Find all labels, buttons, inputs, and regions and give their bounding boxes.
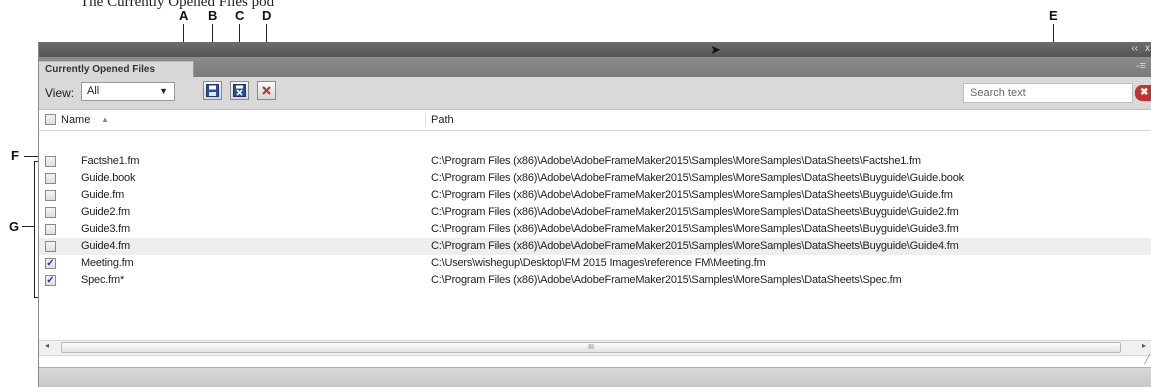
file-name: Guide.book (81, 172, 136, 184)
column-header-name[interactable]: Name (61, 114, 90, 126)
row-checkbox[interactable] (45, 156, 56, 167)
resize-grip-icon[interactable]: ╱ (1145, 354, 1150, 365)
save-close-icon (233, 84, 246, 97)
view-label: View: (45, 86, 75, 100)
file-name: Guide4.fm (81, 240, 130, 252)
file-name: Guide3.fm (81, 223, 130, 235)
table-row[interactable]: Guide4.fm C:\Program Files (x86)\Adobe\A… (39, 238, 1151, 255)
file-path: C:\Program Files (x86)\Adobe\AdobeFrameM… (431, 189, 953, 201)
file-path: C:\Program Files (x86)\Adobe\AdobeFrameM… (431, 206, 959, 218)
scroll-thumb[interactable]: III (61, 342, 1121, 353)
panel-tab-strip: Currently Opened Files -≡ (39, 57, 1151, 77)
cursor-icon: ➤ (710, 42, 721, 57)
leader-g (22, 226, 34, 227)
row-checkbox-checked[interactable]: ✓ (45, 275, 56, 286)
close-icon (262, 86, 271, 95)
table-row[interactable]: Guide.fm C:\Program Files (x86)\Adobe\Ad… (39, 187, 1151, 204)
save-icon (206, 84, 219, 97)
file-path: C:\Users\wishegup\Desktop\FM 2015 Images… (431, 257, 766, 269)
chevron-down-icon: ▼ (159, 86, 168, 96)
panel-status-bar (39, 367, 1151, 387)
callout-g: G (9, 219, 20, 234)
leader-g-bracket (34, 161, 35, 298)
table-row[interactable]: Guide2.fm C:\Program Files (x86)\Adobe\A… (39, 204, 1151, 221)
figure-caption: The Currently Opened Files pod (80, 0, 275, 10)
tab-currently-opened-files[interactable]: Currently Opened Files (39, 61, 194, 77)
row-checkbox[interactable] (45, 207, 56, 218)
panel-title-bar[interactable]: ‹‹ x ➤ (39, 42, 1151, 57)
sort-ascending-icon: ▲ (101, 115, 109, 124)
column-header-path[interactable]: Path (431, 114, 454, 126)
view-dropdown[interactable]: All ▼ (81, 82, 175, 101)
file-path: C:\Program Files (x86)\Adobe\AdobeFrameM… (431, 240, 959, 252)
callout-a: A (179, 8, 189, 23)
callout-d: D (262, 8, 272, 23)
file-name: Guide2.fm (81, 206, 130, 218)
select-all-checkbox[interactable] (45, 114, 56, 125)
file-path: C:\Program Files (x86)\Adobe\AdobeFrameM… (431, 223, 959, 235)
collapse-icon[interactable]: ‹‹ (1131, 43, 1138, 54)
currently-opened-files-panel: ‹‹ x ➤ Currently Opened Files -≡ View: A… (38, 42, 1151, 387)
row-checkbox[interactable] (45, 190, 56, 201)
callout-e: E (1049, 8, 1058, 23)
file-name: Factshe1.fm (81, 155, 140, 167)
table-row[interactable]: ✓ Meeting.fm C:\Users\wishegup\Desktop\F… (39, 255, 1151, 272)
table-row[interactable]: Factshe1.fm C:\Program Files (x86)\Adobe… (39, 153, 1151, 170)
close-panel-icon[interactable]: x (1145, 43, 1150, 54)
toolbar: View: All ▼ Search text ✖ (39, 77, 1151, 110)
file-path: C:\Program Files (x86)\Adobe\AdobeFrameM… (431, 172, 964, 184)
save-files-button[interactable] (203, 81, 222, 100)
table-header: Name ▲ Path (39, 110, 1151, 131)
row-checkbox[interactable] (45, 241, 56, 252)
save-all-button[interactable] (230, 81, 249, 100)
file-name: Spec.fm* (81, 274, 125, 286)
scroll-left-icon[interactable]: ◂ (45, 341, 49, 350)
table-row[interactable]: ✓ Spec.fm* C:\Program Files (x86)\Adobe\… (39, 272, 1151, 289)
callout-f: F (11, 148, 19, 163)
callout-c: C (235, 8, 245, 23)
file-name: Meeting.fm (81, 257, 134, 269)
panel-menu-icon[interactable]: -≡ (1136, 60, 1146, 72)
clear-search-icon[interactable]: ✖ (1135, 85, 1151, 101)
row-checkbox[interactable] (45, 173, 56, 184)
file-path: C:\Program Files (x86)\Adobe\AdobeFrameM… (431, 274, 902, 286)
file-path: C:\Program Files (x86)\Adobe\AdobeFrameM… (431, 155, 921, 167)
file-name: Guide.fm (81, 189, 125, 201)
horizontal-scrollbar[interactable]: ◂ III ▸ (39, 340, 1151, 356)
scroll-right-icon[interactable]: ▸ (1142, 341, 1146, 350)
search-input[interactable]: Search text (963, 83, 1133, 103)
table-row[interactable]: Guide.book C:\Program Files (x86)\Adobe\… (39, 170, 1151, 187)
scroll-grip-icon: III (588, 344, 594, 351)
table-row[interactable]: Guide3.fm C:\Program Files (x86)\Adobe\A… (39, 221, 1151, 238)
row-checkbox-checked[interactable]: ✓ (45, 258, 56, 269)
view-dropdown-value: All (87, 85, 100, 97)
close-files-button[interactable] (257, 81, 276, 100)
column-divider[interactable] (425, 112, 426, 128)
row-checkbox[interactable] (45, 224, 56, 235)
callout-b: B (208, 8, 218, 23)
